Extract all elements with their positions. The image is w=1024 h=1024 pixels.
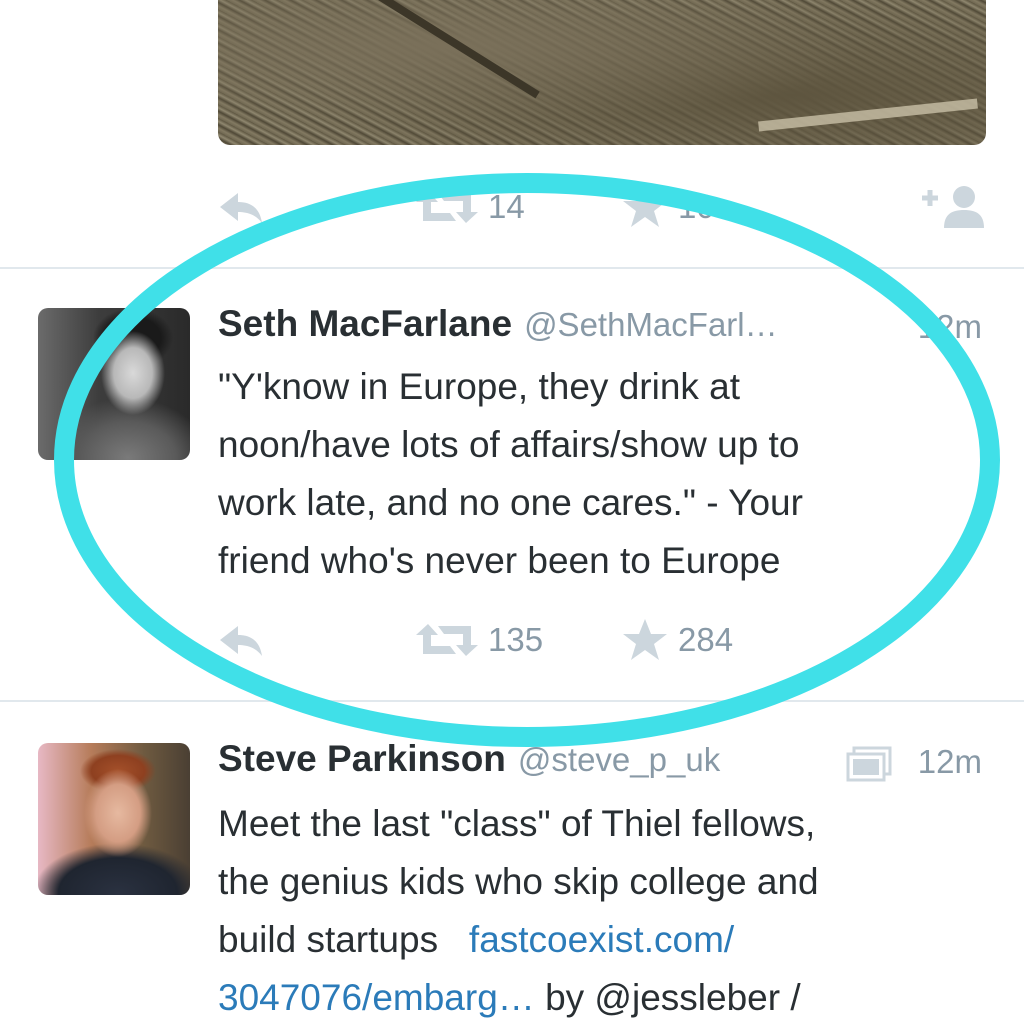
- tweet-text: "Y'know in Europe, they drink at noon/ha…: [218, 358, 998, 590]
- tweet-text-line: work late, and no one cares." - Your: [218, 482, 803, 523]
- timestamp[interactable]: 12m: [918, 743, 982, 781]
- tweet-text-line: 3047076/embarg… by @jessleber /: [218, 969, 998, 1024]
- user-handle[interactable]: @SethMacFarl…: [524, 306, 778, 343]
- gallery-icon: [846, 746, 892, 782]
- reply-button[interactable]: [218, 618, 266, 662]
- user-name[interactable]: Steve Parkinson: [218, 738, 506, 779]
- tweet-divider: [0, 267, 1024, 269]
- tweet-text-line: noon/have lots of affairs/show up to: [218, 424, 800, 465]
- photo-detail: [365, 0, 540, 99]
- photo-detail: [758, 98, 978, 132]
- favorite-button[interactable]: 284: [622, 618, 733, 662]
- timeline: 14 10 Seth MacFarlane @SethMacFarl… 12m "…: [0, 0, 1024, 1024]
- reply-button[interactable]: [218, 185, 266, 229]
- favorite-button[interactable]: 10: [622, 185, 715, 229]
- tweet-header: Seth MacFarlane @SethMacFarl…: [218, 303, 778, 347]
- tweet-text-segment: by @jessleber /: [545, 977, 801, 1018]
- follow-icon: [922, 186, 984, 228]
- tweet-text-line: build startups fastcoexist.com/: [218, 911, 998, 969]
- tweet-text-line: friend who's never been to Europe: [218, 540, 781, 581]
- tweet-header: Steve Parkinson @steve_p_uk: [218, 738, 720, 782]
- retweet-icon: [416, 191, 478, 223]
- timestamp[interactable]: 12m: [918, 308, 982, 346]
- retweet-icon: [416, 624, 478, 656]
- user-handle[interactable]: @steve_p_uk: [518, 741, 720, 778]
- favorite-icon: [623, 619, 667, 660]
- follow-button[interactable]: [918, 185, 988, 229]
- top-tweet-actions: 14 10: [218, 185, 988, 229]
- tweet-text-line: "Y'know in Europe, they drink at: [218, 366, 741, 407]
- tweet-actions: 135 284: [218, 618, 988, 662]
- tweet-text-segment: build startups: [218, 919, 439, 960]
- tweet-photo[interactable]: [218, 0, 986, 145]
- favorite-icon: [623, 186, 667, 227]
- reply-icon: [220, 626, 262, 656]
- avatar[interactable]: [38, 308, 190, 460]
- retweet-count: 14: [488, 188, 525, 225]
- avatar[interactable]: [38, 743, 190, 895]
- retweet-count: 135: [488, 621, 544, 658]
- reply-icon: [220, 193, 262, 223]
- retweet-button[interactable]: 14: [416, 185, 525, 229]
- tweet-text-line: Meet the last "class" of Thiel fellows,: [218, 803, 816, 844]
- tweet-link[interactable]: fastcoexist.com/: [469, 919, 734, 960]
- favorite-count: 284: [678, 621, 734, 658]
- tweet-text-line: the genius kids who skip college and: [218, 861, 819, 902]
- user-name[interactable]: Seth MacFarlane: [218, 303, 512, 344]
- tweet-divider: [0, 700, 1024, 702]
- tweet-text: Meet the last "class" of Thiel fellows, …: [218, 795, 998, 1024]
- retweet-button[interactable]: 135: [416, 618, 543, 662]
- tweet-link[interactable]: 3047076/embarg…: [218, 977, 535, 1018]
- favorite-count: 10: [678, 188, 715, 225]
